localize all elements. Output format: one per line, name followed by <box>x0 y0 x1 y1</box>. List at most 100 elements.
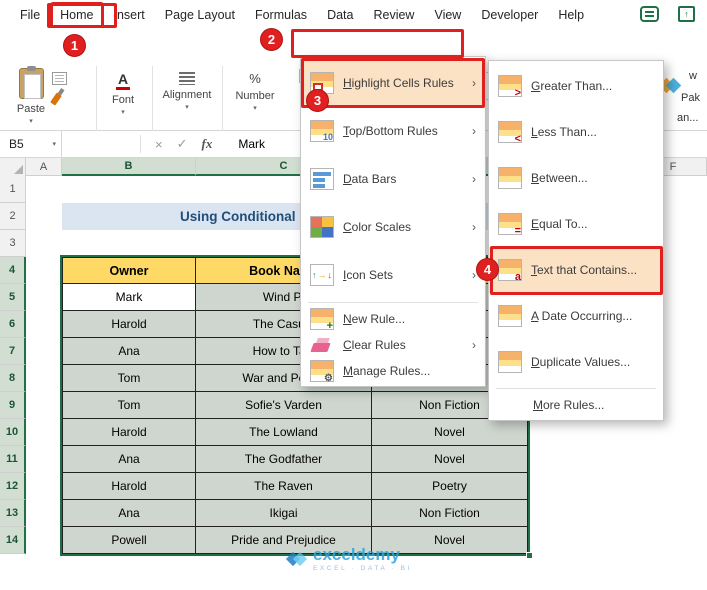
table-cell[interactable]: The Raven <box>196 473 372 500</box>
menu-item-more-rules[interactable]: More Rules... <box>489 392 663 418</box>
chevron-down-icon: ▾ <box>52 141 56 148</box>
menu-item-manage-rules[interactable]: ⚙ Manage Rules... <box>301 358 485 384</box>
menu-tab-page-layout[interactable]: Page Layout <box>155 2 245 28</box>
menu-item-less-than[interactable]: < Less Than... <box>489 109 663 155</box>
submenu-arrow-icon: › <box>472 76 476 90</box>
row-header-10[interactable]: 10 <box>0 419 26 446</box>
menu-item-label: Text that Contains... <box>531 263 638 277</box>
clipped-label-fragment: w <box>689 70 697 82</box>
menu-item-between[interactable]: Between... <box>489 155 663 201</box>
row-header-2[interactable]: 2 <box>0 203 26 230</box>
row-header-5[interactable]: 5 <box>0 284 26 311</box>
copy-icon[interactable] <box>52 72 67 85</box>
menu-tab-formulas[interactable]: Formulas <box>245 2 317 28</box>
menu-tab-data[interactable]: Data <box>317 2 363 28</box>
table-cell[interactable]: Harold <box>62 473 196 500</box>
row-header-1[interactable]: 1 <box>0 176 26 203</box>
table-cell[interactable]: Ana <box>62 338 196 365</box>
menu-item-new-rule[interactable]: + New Rule... <box>301 306 485 332</box>
menu-item-a-date-occurring[interactable]: A Date Occurring... <box>489 293 663 339</box>
row-header-7[interactable]: 7 <box>0 338 26 365</box>
menu-tab-insert[interactable]: Insert <box>104 2 155 28</box>
table-cell[interactable]: Harold <box>62 311 196 338</box>
cells-icon <box>498 167 522 189</box>
row-header-9[interactable]: 9 <box>0 392 26 419</box>
font-group-button[interactable]: A Font ▾ <box>100 72 146 117</box>
annotation-step-4: 4 <box>476 258 499 281</box>
table-cell[interactable]: Ikigai <box>196 500 372 527</box>
menu-item-top-bottom-rules[interactable]: 10 Top/Bottom Rules › <box>301 107 485 155</box>
table-cell[interactable]: Sofie's Varden <box>196 392 372 419</box>
menu-tab-review[interactable]: Review <box>363 2 424 28</box>
number-format-icon: % <box>249 71 261 86</box>
row-header-8[interactable]: 8 <box>0 365 26 392</box>
menu-tab-developer[interactable]: Developer <box>471 2 548 28</box>
watermark-tagline: EXCEL · DATA · BI <box>313 565 412 572</box>
table-cell[interactable]: Powell <box>62 527 196 554</box>
menu-item-data-bars[interactable]: Data Bars › <box>301 155 485 203</box>
menu-separator <box>308 302 478 303</box>
menu-item-greater-than[interactable]: > Greater Than... <box>489 63 663 109</box>
row-header-3[interactable]: 3 <box>0 230 26 257</box>
table-cell[interactable]: Harold <box>62 419 196 446</box>
data-bars-icon <box>310 168 334 190</box>
conditional-formatting-menu: Highlight Cells Rules › 10 Top/Bottom Rules… <box>300 56 486 387</box>
clipped-label-fragment: Pak <box>681 92 700 104</box>
comments-icon[interactable] <box>640 6 659 22</box>
menu-item-color-scales[interactable]: Color Scales › <box>301 203 485 251</box>
table-cell[interactable]: The Lowland <box>196 419 372 446</box>
menu-item-label: Highlight Cells Rules <box>343 76 454 90</box>
table-cell[interactable]: Ana <box>62 446 196 473</box>
menu-item-label: Clear Rules <box>343 338 406 352</box>
row-header-6[interactable]: 6 <box>0 311 26 338</box>
table-cell[interactable]: Novel <box>372 419 528 446</box>
paste-button[interactable]: Paste ▾ <box>10 66 52 125</box>
number-label: Number <box>235 90 275 102</box>
formula-bar-value[interactable]: Mark <box>238 137 265 151</box>
selection-fill-handle[interactable] <box>526 552 533 559</box>
menu-tab-file[interactable]: File <box>10 2 50 28</box>
menu-item-text-that-contains[interactable]: a Text that Contains... <box>489 247 663 293</box>
share-icon[interactable]: ↑ <box>678 6 695 22</box>
menu-item-clear-rules[interactable]: Clear Rules › <box>301 332 485 358</box>
menu-item-label: Equal To... <box>531 217 588 231</box>
enter-button[interactable]: ✓ <box>177 136 188 152</box>
cells-icon: = <box>498 213 522 237</box>
menu-item-icon-sets[interactable]: ↑ → ↓ Icon Sets › <box>301 251 485 299</box>
menu-item-duplicate-values[interactable]: Duplicate Values... <box>489 339 663 385</box>
alignment-group-button[interactable]: Alignment ▾ <box>156 72 218 111</box>
ribbon-tabs: File Home Insert Page Layout Formulas Data Rev… <box>0 2 594 28</box>
number-group-button[interactable]: % Number ▾ <box>228 71 282 113</box>
table-cell[interactable]: The Godfather <box>196 446 372 473</box>
name-box[interactable]: B5 ▾ <box>0 131 62 157</box>
select-all-corner[interactable] <box>0 158 26 176</box>
row-header-4[interactable]: 4 <box>0 257 26 284</box>
column-header-a[interactable]: A <box>26 158 62 176</box>
table-cell[interactable]: Ana <box>62 500 196 527</box>
menu-tab-home[interactable]: Home <box>50 2 104 28</box>
menu-item-label: Manage Rules... <box>343 364 431 378</box>
cancel-button[interactable]: × <box>155 137 163 152</box>
column-header-b[interactable]: B <box>62 158 196 176</box>
alignment-label: Alignment <box>162 89 212 101</box>
menu-item-label: Less Than... <box>531 125 597 139</box>
row-header-12[interactable]: 12 <box>0 473 26 500</box>
table-cell[interactable]: Non Fiction <box>372 500 528 527</box>
row-header-14[interactable]: 14 <box>0 527 26 554</box>
menu-item-label: A Date Occurring... <box>531 309 633 323</box>
menu-tab-view[interactable]: View <box>424 2 471 28</box>
active-cell-b5[interactable]: Mark <box>62 284 196 311</box>
table-cell[interactable]: Poetry <box>372 473 528 500</box>
row-header-13[interactable]: 13 <box>0 500 26 527</box>
row-header-11[interactable]: 11 <box>0 446 26 473</box>
table-cell[interactable]: Novel <box>372 446 528 473</box>
table-cell[interactable]: Tom <box>62 365 196 392</box>
menu-item-equal-to[interactable]: = Equal To... <box>489 201 663 247</box>
insert-function-button[interactable]: fx <box>202 136 213 152</box>
menu-item-label: Between... <box>531 171 588 185</box>
menu-item-label: Greater Than... <box>531 79 613 93</box>
name-box-value: B5 <box>9 137 24 151</box>
menu-tab-help[interactable]: Help <box>548 2 594 28</box>
paste-label: Paste <box>16 103 46 115</box>
table-cell[interactable]: Tom <box>62 392 196 419</box>
